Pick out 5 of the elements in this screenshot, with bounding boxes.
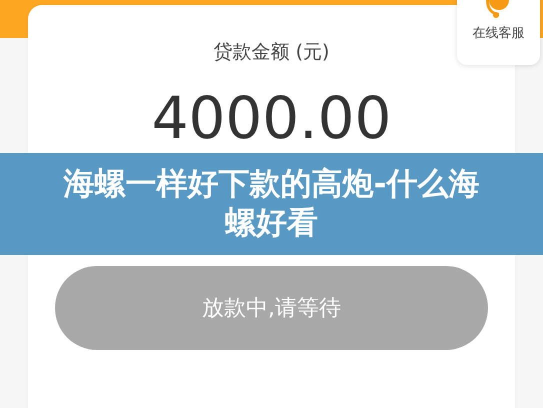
support-widget[interactable]: 在线客服: [457, 0, 540, 65]
banner-title: 海螺一样好下款的高炮-什么海螺好看: [62, 164, 480, 243]
support-label: 在线客服: [472, 25, 524, 42]
loan-amount-label: 贷款金额 (元): [214, 40, 330, 65]
loan-amount: 4000.00: [152, 87, 392, 151]
